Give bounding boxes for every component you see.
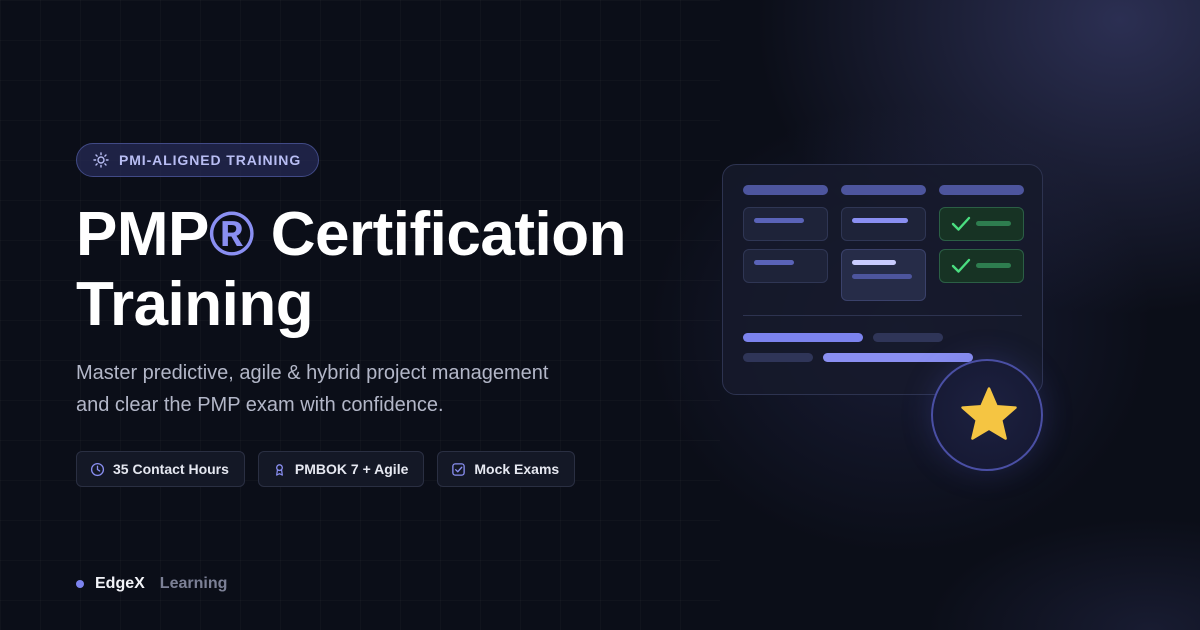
board-cell (743, 207, 828, 241)
feature-chip-contact-hours: 35 Contact Hours (76, 451, 245, 487)
title-certification: Certification (254, 200, 627, 269)
brand-dot (76, 580, 84, 588)
feature-label: Mock Exams (474, 461, 560, 477)
feature-label: 35 Contact Hours (113, 461, 229, 477)
title-pmp: PMP (76, 200, 209, 269)
progress-line (743, 353, 813, 362)
title-line1: PMP® Certification (76, 200, 626, 269)
column-header (841, 185, 926, 195)
board-cell-complete (939, 249, 1024, 283)
clock-icon (90, 462, 105, 476)
title-line2: Training (76, 270, 314, 339)
board-cell-active (841, 249, 926, 301)
feature-chips: 35 Contact Hours PMBOK 7 + Agile Mock Ex… (76, 451, 576, 487)
star-icon (961, 387, 1017, 440)
feature-chip-pmbok: PMBOK 7 + Agile (257, 451, 425, 487)
award-icon (275, 463, 283, 476)
feature-label: PMBOK 7 + Agile (294, 461, 409, 477)
badge-label: PMI-ALIGNED TRAINING (119, 152, 302, 168)
brand-name: EdgeX (95, 575, 145, 592)
check-icon (951, 258, 971, 273)
column-header (743, 185, 828, 195)
page-title: PMP® Certification Training (76, 200, 626, 340)
checkbox-icon (452, 462, 466, 476)
subtitle-line2: and clear the PMP exam with confidence. (76, 394, 444, 416)
progress-line (873, 333, 943, 342)
feature-chip-mock-exams: Mock Exams (437, 451, 576, 487)
progress-line (743, 333, 863, 342)
board-cell (841, 207, 926, 241)
progress-line (823, 353, 973, 362)
brand-logo: EdgeX Learning (76, 575, 227, 593)
card-divider (743, 315, 1022, 316)
registered-mark: ® (208, 200, 255, 269)
category-badge: PMI-ALIGNED TRAINING (76, 143, 320, 177)
brand-suffix: Learning (159, 575, 228, 592)
sun-icon (93, 152, 109, 168)
achievement-badge (931, 359, 1043, 471)
check-icon (951, 216, 971, 231)
board-cell (743, 249, 828, 283)
subtitle-line1: Master predictive, agile & hybrid projec… (76, 362, 549, 384)
board-cell-complete (939, 207, 1024, 241)
page-subtitle: Master predictive, agile & hybrid projec… (76, 357, 636, 421)
column-header (939, 185, 1024, 195)
